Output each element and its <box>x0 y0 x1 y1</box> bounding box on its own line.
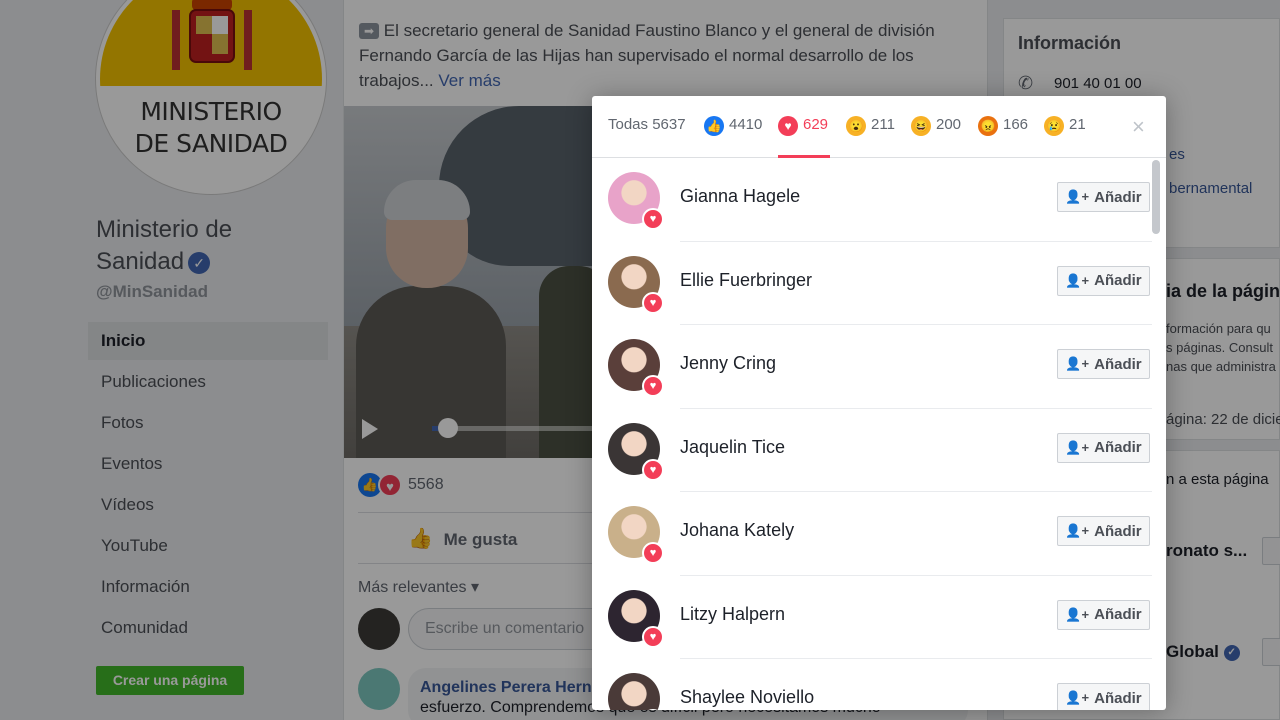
reactor-row: ♥ Gianna Hagele 👤+ Añadir <box>592 158 1152 242</box>
like-icon: 👍 <box>704 116 724 136</box>
tab-wow-count: 211 <box>871 116 895 133</box>
add-friend-label: Añadir <box>1094 606 1142 623</box>
reactor-name[interactable]: Jaquelin Tice <box>680 437 785 458</box>
tab-like-count: 4410 <box>729 116 763 133</box>
love-badge-icon: ♥ <box>642 291 664 314</box>
add-friend-icon: 👤+ <box>1065 439 1090 455</box>
add-friend-icon: 👤+ <box>1065 189 1090 204</box>
reactor-name[interactable]: Shaylee Noviello <box>680 687 814 708</box>
add-friend-icon: 👤+ <box>1065 356 1090 371</box>
tab-sad-count: 21 <box>1069 116 1086 133</box>
add-friend-button[interactable]: 👤+ Añadir <box>1057 349 1150 379</box>
close-icon[interactable]: × <box>1132 114 1145 140</box>
add-friend-icon: 👤+ <box>1065 523 1090 538</box>
add-friend-icon: 👤+ <box>1065 272 1090 288</box>
reactors-list: ♥ Gianna Hagele 👤+ Añadir ♥ Ellie Fuerbringer… <box>592 158 1152 710</box>
tab-haha-count: 200 <box>936 116 962 133</box>
reactor-avatar[interactable] <box>608 673 660 710</box>
love-icon: ♥ <box>778 116 798 136</box>
add-friend-button[interactable]: 👤+ Añadir <box>1057 683 1150 710</box>
love-badge-icon: ♥ <box>642 625 664 648</box>
add-friend-label: Añadir <box>1094 272 1142 289</box>
love-badge-icon: ♥ <box>642 375 664 397</box>
add-friend-button[interactable]: 👤+ Añadir <box>1057 516 1150 546</box>
tab-all[interactable]: Todas 5637 <box>608 116 686 158</box>
reactor-row: ♥ Jenny Cring 👤+ Añadir <box>592 325 1152 409</box>
add-friend-button[interactable]: 👤+ Añadir <box>1057 182 1150 212</box>
reactor-row: ♥Shaylee Noviello👤+Añadir <box>592 659 1152 710</box>
tab-all-count: 5637 <box>652 116 686 133</box>
add-friend-label: Añadir <box>1094 689 1142 707</box>
tab-angry-count: 166 <box>1003 116 1029 133</box>
wow-icon: 😮 <box>846 116 866 136</box>
reactions-modal: Todas 5637 👍 4410 ♥ 629 😮 211 😆 200 😠 16… <box>592 96 1166 710</box>
tab-love[interactable]: ♥ 629 <box>778 116 830 158</box>
tab-haha[interactable]: 😆 200 <box>911 116 961 158</box>
love-badge-icon: ♥ <box>642 208 664 230</box>
reactor-row: ♥ Jaquelin Tice 👤+ Añadir <box>592 409 1152 492</box>
tab-love-count: 629 <box>803 116 829 133</box>
haha-icon: 😆 <box>911 116 931 136</box>
reactor-name[interactable]: Jenny Cring <box>680 353 776 374</box>
reactor-name[interactable]: Ellie Fuerbringer <box>680 270 812 291</box>
add-friend-label: Añadir <box>1094 188 1142 206</box>
reactor-name[interactable]: Johana Kately <box>680 520 794 541</box>
angry-icon: 😠 <box>978 116 998 136</box>
add-friend-label: Añadir <box>1094 355 1142 373</box>
reactor-name[interactable]: Litzy Halpern <box>680 604 785 625</box>
reactor-name[interactable]: Gianna Hagele <box>680 186 800 207</box>
reactor-row: ♥ Johana Kately 👤+ Añadir <box>592 492 1152 576</box>
tab-all-label: Todas <box>608 116 649 133</box>
add-friend-label: Añadir <box>1094 439 1142 456</box>
love-badge-icon: ♥ <box>642 542 664 564</box>
reactions-tabs: Todas 5637 👍 4410 ♥ 629 😮 211 😆 200 😠 16… <box>592 96 1166 158</box>
add-friend-label: Añadir <box>1094 522 1142 540</box>
add-friend-button[interactable]: 👤+ Añadir <box>1057 265 1150 296</box>
tab-angry[interactable]: 😠 166 <box>978 116 1028 158</box>
tab-like[interactable]: 👍 4410 <box>704 116 762 158</box>
reactor-row: ♥ Litzy Halpern 👤+ Añadir <box>592 576 1152 659</box>
sad-icon: 😢 <box>1044 116 1064 136</box>
tab-sad[interactable]: 😢 21 <box>1044 116 1086 158</box>
add-friend-button[interactable]: 👤+ Añadir <box>1057 599 1150 630</box>
add-friend-button[interactable]: 👤+ Añadir <box>1057 432 1150 463</box>
add-friend-icon: 👤+ <box>1065 690 1090 705</box>
add-friend-icon: 👤+ <box>1065 606 1090 622</box>
tab-wow[interactable]: 😮 211 <box>846 116 895 158</box>
reactor-row: ♥ Ellie Fuerbringer 👤+ Añadir <box>592 242 1152 325</box>
modal-scrollbar[interactable] <box>1152 160 1160 234</box>
love-badge-icon: ♥ <box>642 458 664 481</box>
